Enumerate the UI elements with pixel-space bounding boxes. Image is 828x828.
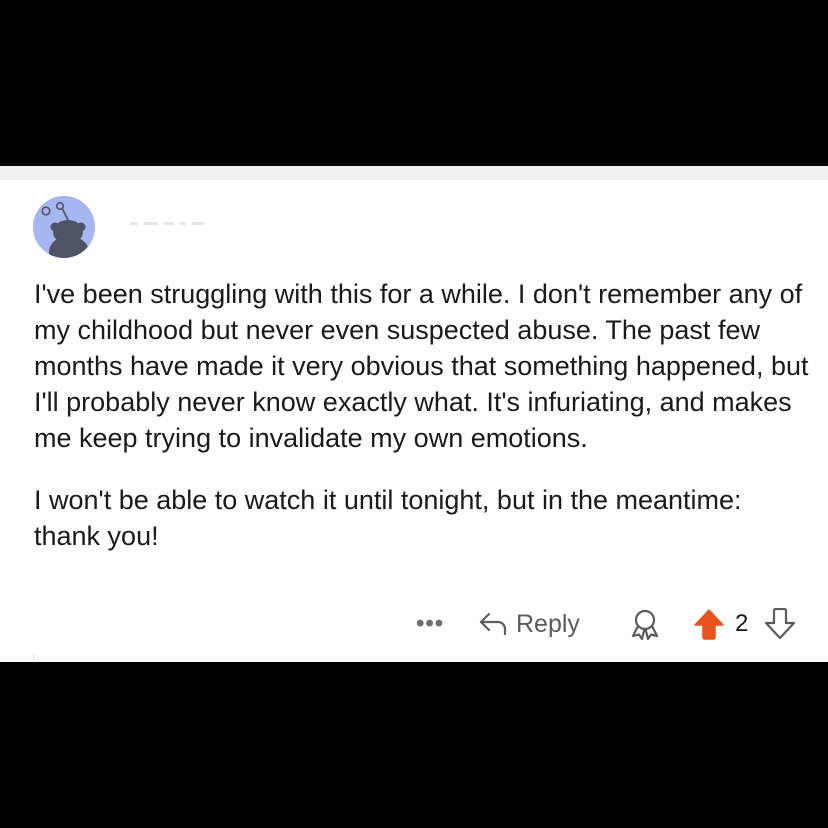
reddit-snoo-avatar-icon[interactable] — [33, 196, 95, 258]
comment-card: I've been struggling with this for a whi… — [0, 166, 828, 662]
card-divider — [0, 166, 828, 180]
thread-line — [33, 654, 34, 662]
downvote-arrow-icon — [764, 607, 796, 640]
award-button[interactable] — [628, 608, 662, 645]
top-black-bar — [0, 0, 828, 166]
downvote-button[interactable] — [764, 607, 796, 645]
reply-button[interactable]: Reply — [478, 606, 580, 642]
comment-body: I've been struggling with this for a whi… — [34, 276, 814, 554]
comment-paragraph: I won't be able to watch it until tonigh… — [34, 485, 742, 551]
vote-score: 2 — [735, 610, 749, 637]
award-icon — [631, 609, 659, 641]
comment-paragraph: I've been struggling with this for a whi… — [34, 279, 809, 453]
reply-label: Reply — [516, 609, 580, 638]
upvote-arrow-icon — [694, 609, 724, 640]
upvote-button[interactable] — [693, 608, 725, 645]
comment-action-bar: ••• Reply 2 — [0, 604, 828, 644]
more-options-button[interactable]: ••• — [416, 610, 444, 638]
redacted-username — [130, 214, 350, 234]
reply-arrow-icon — [479, 612, 507, 636]
bottom-black-bar — [0, 662, 828, 828]
